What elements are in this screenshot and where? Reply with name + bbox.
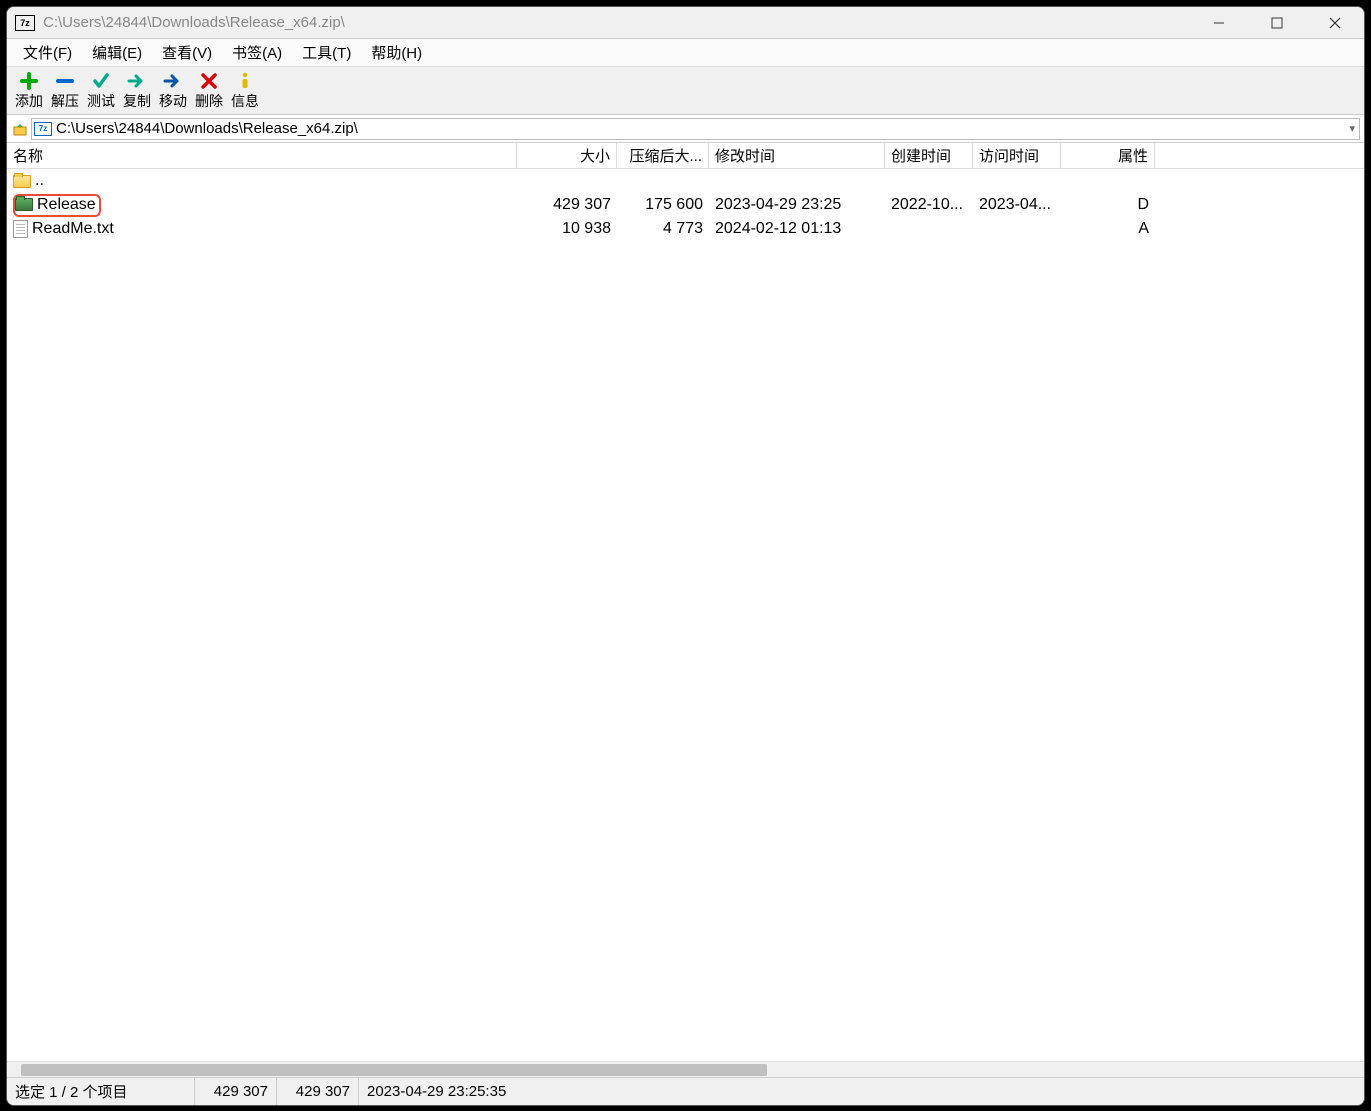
menu-tools[interactable]: 工具(T) — [292, 38, 361, 67]
move-arrow-icon — [163, 71, 183, 91]
archive-icon: 7z — [34, 122, 52, 136]
file-modified: 2024-02-12 01:13 — [709, 220, 885, 238]
header-created[interactable]: 创建时间 — [885, 143, 973, 168]
file-accessed: 2023-04... — [973, 196, 1061, 214]
check-icon — [92, 71, 110, 91]
file-list[interactable]: .. Release 429 307 175 600 2023-04-29 23… — [7, 169, 1364, 1061]
folder-icon — [13, 175, 31, 188]
column-headers: 名称 大小 压缩后大... 修改时间 创建时间 访问时间 属性 — [7, 143, 1364, 169]
minimize-button[interactable] — [1190, 7, 1248, 38]
maximize-button[interactable] — [1248, 7, 1306, 38]
horizontal-scrollbar[interactable] — [7, 1061, 1364, 1077]
minus-icon — [56, 71, 74, 91]
selection-highlight: Release — [13, 194, 101, 217]
statusbar: 选定 1 / 2 个项目 429 307 429 307 2023-04-29 … — [7, 1077, 1364, 1105]
status-size2: 429 307 — [277, 1078, 359, 1105]
close-button[interactable] — [1306, 7, 1364, 38]
titlebar[interactable]: 7z C:\Users\24844\Downloads\Release_x64.… — [7, 7, 1364, 39]
file-attr: A — [1061, 220, 1155, 238]
toolbar-delete[interactable]: 删除 — [191, 71, 227, 111]
menu-file[interactable]: 文件(F) — [13, 38, 82, 67]
file-size: 10 938 — [517, 220, 617, 238]
toolbar-copy[interactable]: 复制 — [119, 71, 155, 111]
file-name: .. — [35, 172, 44, 190]
text-file-icon — [13, 220, 28, 238]
app-icon: 7z — [15, 15, 35, 31]
scrollbar-thumb[interactable] — [21, 1064, 767, 1076]
menu-help[interactable]: 帮助(H) — [361, 38, 432, 67]
file-modified: 2023-04-29 23:25 — [709, 196, 885, 214]
list-item-file[interactable]: ReadMe.txt 10 938 4 773 2024-02-12 01:13… — [7, 217, 1364, 241]
file-name: ReadMe.txt — [32, 220, 114, 238]
file-attr: D — [1061, 196, 1155, 214]
toolbar-add[interactable]: 添加 — [11, 71, 47, 111]
status-selection: 选定 1 / 2 个项目 — [7, 1078, 195, 1105]
x-icon — [201, 71, 217, 91]
status-size1: 429 307 — [195, 1078, 277, 1105]
header-size[interactable]: 大小 — [517, 143, 617, 168]
menu-view[interactable]: 查看(V) — [152, 38, 222, 67]
addressbar: 7z C:\Users\24844\Downloads\Release_x64.… — [7, 115, 1364, 143]
up-folder-icon[interactable] — [11, 121, 27, 137]
menu-bookmark[interactable]: 书签(A) — [222, 38, 292, 67]
toolbar-extract[interactable]: 解压 — [47, 71, 83, 111]
window-title: C:\Users\24844\Downloads\Release_x64.zip… — [43, 14, 1190, 31]
header-attr[interactable]: 属性 — [1061, 143, 1155, 168]
folder-icon — [15, 198, 33, 211]
window-controls — [1190, 7, 1364, 38]
file-packed: 4 773 — [617, 220, 709, 238]
toolbar-test[interactable]: 测试 — [83, 71, 119, 111]
file-packed: 175 600 — [617, 196, 709, 214]
address-text: C:\Users\24844\Downloads\Release_x64.zip… — [56, 120, 358, 137]
toolbar: 添加 解压 测试 复制 移动 删除 信息 — [7, 67, 1364, 115]
file-size: 429 307 — [517, 196, 617, 214]
toolbar-move[interactable]: 移动 — [155, 71, 191, 111]
status-date: 2023-04-29 23:25:35 — [359, 1078, 1364, 1105]
header-name[interactable]: 名称 — [7, 143, 517, 168]
header-modified[interactable]: 修改时间 — [709, 143, 885, 168]
file-name: Release — [37, 196, 96, 214]
header-accessed[interactable]: 访问时间 — [973, 143, 1061, 168]
plus-icon — [20, 71, 38, 91]
header-packed[interactable]: 压缩后大... — [617, 143, 709, 168]
list-item-folder[interactable]: Release 429 307 175 600 2023-04-29 23:25… — [7, 193, 1364, 217]
menubar: 文件(F) 编辑(E) 查看(V) 书签(A) 工具(T) 帮助(H) — [7, 39, 1364, 67]
dropdown-arrow-icon[interactable]: ▾ — [1349, 122, 1355, 135]
list-item-updir[interactable]: .. — [7, 169, 1364, 193]
copy-arrow-icon — [127, 71, 147, 91]
info-icon — [238, 71, 252, 91]
address-input[interactable]: 7z C:\Users\24844\Downloads\Release_x64.… — [31, 118, 1360, 140]
menu-edit[interactable]: 编辑(E) — [82, 38, 152, 67]
toolbar-info[interactable]: 信息 — [227, 71, 263, 111]
file-created: 2022-10... — [885, 196, 973, 214]
app-window: 7z C:\Users\24844\Downloads\Release_x64.… — [6, 6, 1365, 1106]
